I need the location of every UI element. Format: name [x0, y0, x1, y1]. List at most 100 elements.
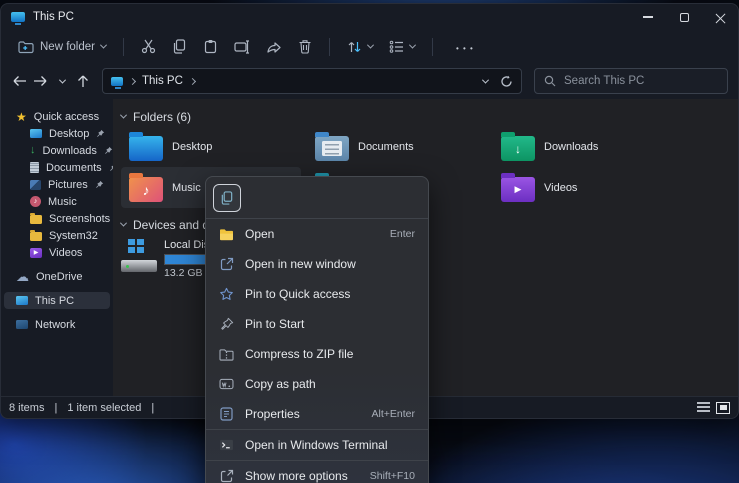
sidebar-item-pictures[interactable]: Pictures — [4, 176, 110, 193]
sidebar-item-network[interactable]: Network — [4, 316, 110, 333]
sidebar-item-label: System32 — [49, 230, 98, 242]
sidebar-item-desktop[interactable]: Desktop — [4, 125, 110, 142]
chevron-down-icon — [409, 42, 416, 49]
recent-locations-icon — [59, 76, 66, 83]
sidebar-item-documents[interactable]: Documents — [4, 159, 110, 176]
folder-tile-downloads[interactable]: ↓ Downloads — [493, 126, 673, 167]
address-dropdown-icon[interactable] — [482, 76, 489, 83]
copy-quick-action-button[interactable] — [213, 184, 241, 212]
minimize-icon — [643, 16, 653, 17]
folders-section-title: Folders (6) — [133, 110, 191, 124]
navigation-pane: ★ Quick access Desktop ↓ Downloads Docum… — [1, 99, 113, 396]
folder-tile-videos[interactable]: ▶ Videos — [493, 167, 673, 208]
address-bar[interactable]: This PC — [102, 68, 522, 94]
sidebar-item-videos[interactable]: ▶ Videos — [4, 244, 110, 261]
pin-icon — [220, 317, 234, 331]
new-folder-button[interactable]: New folder — [11, 36, 113, 58]
sidebar-item-label: Videos — [49, 247, 82, 259]
breadcrumb-chevron-icon — [189, 77, 196, 84]
this-pc-monitor-icon — [16, 296, 28, 305]
copy-icon — [220, 191, 234, 205]
menu-item-open-in-new-window[interactable]: Open in new window — [206, 249, 428, 279]
refresh-icon[interactable] — [500, 75, 513, 88]
sidebar-item-onedrive[interactable]: ☁ OneDrive — [4, 268, 110, 285]
details-view-icon[interactable] — [697, 402, 710, 413]
view-icon — [389, 40, 404, 53]
show-more-options-icon — [220, 469, 234, 483]
pin-icon — [96, 129, 105, 138]
cut-button[interactable] — [134, 35, 163, 58]
copy-as-path-icon — [219, 378, 234, 390]
copy-icon — [172, 39, 187, 54]
command-toolbar: New folder — [1, 30, 738, 63]
sidebar-item-downloads[interactable]: ↓ Downloads — [4, 142, 110, 159]
local-disk-icon — [121, 239, 157, 273]
sidebar-item-music[interactable]: ♪ Music — [4, 193, 110, 210]
rename-button[interactable] — [227, 36, 257, 58]
rename-icon — [234, 40, 250, 54]
sidebar-item-quick-access[interactable]: ★ Quick access — [4, 108, 110, 125]
network-icon — [16, 320, 28, 329]
sidebar-item-label: This PC — [35, 295, 74, 307]
sidebar-item-label: OneDrive — [36, 271, 82, 283]
forward-icon — [33, 75, 48, 87]
view-button[interactable] — [382, 36, 422, 57]
collapse-chevron-icon — [120, 112, 127, 119]
folder-tile-desktop[interactable]: Desktop — [121, 126, 301, 167]
sidebar-item-label: Desktop — [49, 128, 89, 140]
sidebar-item-system32[interactable]: System32 — [4, 227, 110, 244]
new-folder-label: New folder — [40, 41, 95, 53]
breadcrumb-this-pc[interactable]: This PC — [142, 75, 183, 87]
folders-section-header[interactable]: Folders (6) — [121, 109, 738, 124]
close-button[interactable] — [702, 4, 738, 30]
status-divider: | — [54, 402, 57, 414]
search-icon — [544, 75, 556, 87]
folder-tile-documents[interactable]: Documents — [307, 126, 487, 167]
search-input[interactable] — [564, 75, 718, 87]
maximize-button[interactable] — [666, 4, 702, 30]
folder-label: Videos — [544, 182, 577, 194]
documents-folder-icon — [315, 136, 349, 161]
pictures-icon — [30, 180, 41, 190]
delete-button[interactable] — [291, 35, 319, 58]
close-icon — [715, 12, 726, 23]
menu-item-copy-as-path[interactable]: Copy as path — [206, 369, 428, 399]
paste-button[interactable] — [196, 35, 225, 58]
menu-item-properties[interactable]: Properties Alt+Enter — [206, 399, 428, 429]
open-new-window-icon — [220, 257, 234, 271]
chevron-down-icon — [100, 42, 107, 49]
minimize-button[interactable] — [630, 4, 666, 30]
chevron-down-icon — [367, 42, 374, 49]
copy-button[interactable] — [165, 35, 194, 58]
forward-button[interactable] — [32, 69, 49, 93]
back-button[interactable] — [11, 69, 28, 93]
menu-item-open-in-windows-terminal[interactable]: Open in Windows Terminal — [206, 430, 428, 460]
navigation-bar: This PC — [1, 63, 738, 99]
menu-item-open[interactable]: Open Enter — [206, 219, 428, 249]
toolbar-divider — [432, 38, 433, 56]
menu-item-show-more-options[interactable]: Show more options Shift+F10 — [206, 461, 428, 483]
properties-icon — [220, 407, 233, 421]
sidebar-item-label: Pictures — [48, 179, 88, 191]
sidebar-item-screenshots[interactable]: Screenshots — [4, 210, 110, 227]
selected-count: 1 item selected — [67, 402, 141, 414]
pin-to-quick-access-star-icon — [219, 287, 234, 301]
menu-item-pin-to-start[interactable]: Pin to Start — [206, 309, 428, 339]
menu-item-pin-to-quick-access[interactable]: Pin to Quick access — [206, 279, 428, 309]
recent-locations-button[interactable] — [54, 69, 71, 93]
folder-label: Documents — [358, 141, 414, 153]
large-icons-view-icon[interactable] — [716, 402, 730, 414]
item-count: 8 items — [9, 402, 44, 414]
sort-button[interactable] — [340, 36, 380, 58]
music-folder-icon: ♪ — [129, 177, 163, 202]
sidebar-item-this-pc[interactable]: This PC — [4, 292, 110, 309]
up-button[interactable] — [75, 69, 92, 93]
sidebar-item-label: Documents — [46, 162, 102, 174]
toolbar-divider — [123, 38, 124, 56]
menu-item-compress-to-zip[interactable]: Compress to ZIP file — [206, 339, 428, 369]
downloads-folder-icon: ↓ — [501, 136, 535, 161]
see-more-button[interactable] — [443, 35, 487, 58]
sidebar-item-label: Screenshots — [49, 213, 110, 225]
share-button[interactable] — [259, 36, 289, 58]
status-divider: | — [151, 402, 154, 414]
